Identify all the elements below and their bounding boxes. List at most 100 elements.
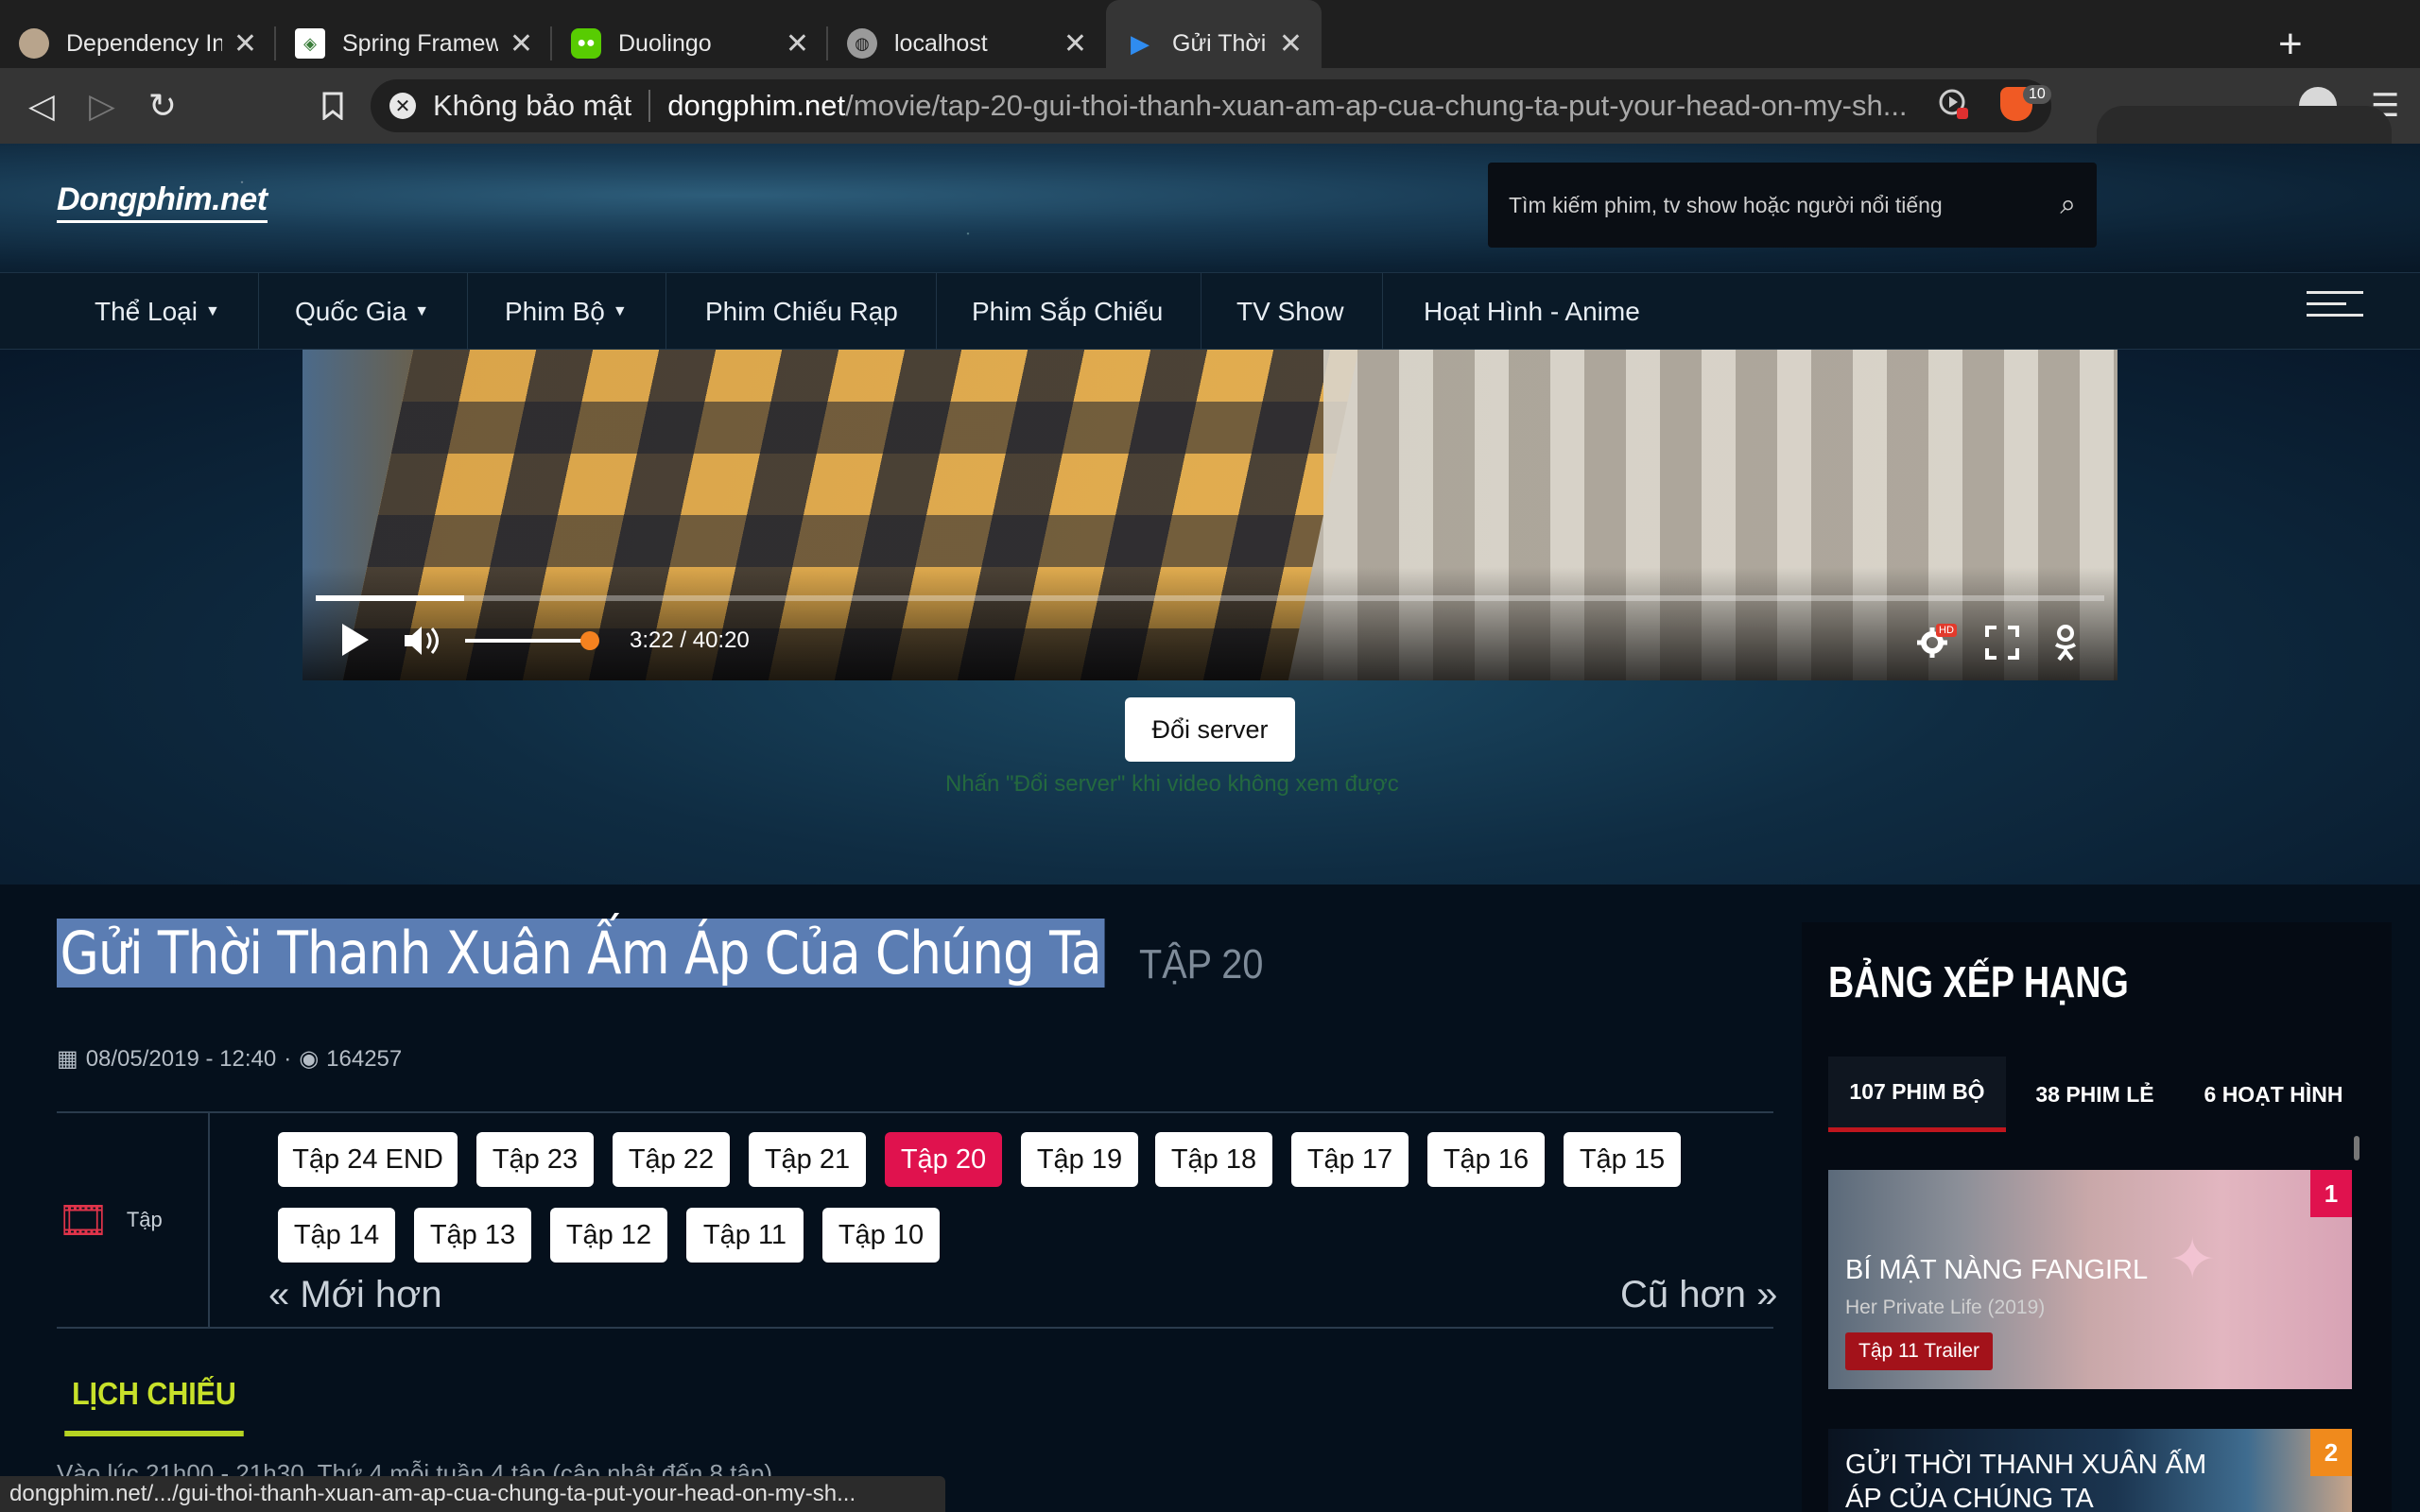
nav-label: TV Show [1236, 297, 1344, 326]
seek-bar[interactable] [316, 595, 2104, 601]
tab-title: Gửi Thời Thanh Xuân Ấm Áp Của [1172, 29, 1268, 57]
nav-item-quoc-gia[interactable]: Quốc Gia ▼ [257, 273, 469, 351]
globe-icon: ◍ [847, 28, 877, 59]
ranking-title: BẢNG XẾP HẠNG [1828, 957, 2129, 1006]
back-icon[interactable]: ◁ [19, 83, 64, 129]
volume-slider[interactable] [465, 639, 588, 643]
close-icon[interactable]: ✕ [233, 27, 257, 60]
close-icon[interactable]: ✕ [1279, 27, 1303, 60]
caret-down-icon: ▼ [204, 303, 220, 319]
time-display: 3:22 / 40:20 [630, 627, 750, 653]
episode-button[interactable]: Tập 21 [749, 1132, 866, 1187]
caret-down-icon: ▼ [414, 303, 430, 319]
rank-number: 2 [2310, 1429, 2352, 1476]
episode-button[interactable]: Tập 23 [476, 1132, 594, 1187]
episode-button[interactable]: Tập 11 [686, 1208, 804, 1263]
nav-item-hoat-hinh[interactable]: Hoạt Hình - Anime [1386, 273, 1678, 351]
ranking-item-name: BÍ MẬT NÀNG FANGIRL [1845, 1255, 2149, 1285]
tab-hoat-hinh[interactable]: 6 HOẠT HÌNH [2184, 1057, 2363, 1132]
fullscreen-icon[interactable] [1985, 626, 2019, 664]
nav-item-tv-show[interactable]: TV Show [1199, 273, 1383, 351]
sidebar-scrollbar[interactable] [2354, 1136, 2360, 1160]
poster-logo-art: ✦ [2169, 1228, 2217, 1291]
video-player[interactable]: 3:22 / 40:20 HD [302, 350, 2118, 680]
episode-button-current[interactable]: Tập 20 [885, 1132, 1002, 1187]
episode-button[interactable]: Tập 18 [1155, 1132, 1272, 1187]
ranking-item[interactable]: 2 GỬI THỜI THANH XUÂN ẤM ÁP CỦA CHÚNG TA [1828, 1429, 2352, 1512]
episode-button[interactable]: Tập 12 [550, 1208, 667, 1263]
episode-button[interactable]: Tập 10 [822, 1208, 940, 1263]
bookmark-icon[interactable] [310, 83, 355, 129]
ranking-item-name: GỬI THỜI THANH XUÂN ẤM ÁP CỦA CHÚNG TA [1845, 1450, 2207, 1512]
nav-label: Thể Loại [95, 297, 198, 326]
older-episode-link[interactable]: Cũ hơn » [1620, 1274, 1777, 1316]
episode-label-column: 🎞 Tập [57, 1113, 210, 1327]
tab-title: Spring Framework Overview [342, 29, 498, 57]
nav-item-the-loai[interactable]: Thể Loại ▼ [57, 273, 259, 351]
forward-icon[interactable]: ▷ [79, 83, 125, 129]
tab-title: localhost [894, 29, 988, 57]
ranking-tabs: 107 PHIM BỘ 38 PHIM LẺ 6 HOẠT HÌNH [1828, 1057, 2363, 1132]
newer-episode-link[interactable]: « Mới hơn [268, 1274, 442, 1316]
eye-icon: ◉ [299, 1046, 320, 1072]
calendar-icon: ▦ [57, 1046, 78, 1072]
not-secure-icon: ✕ [389, 93, 416, 119]
ranking-sidebar: BẢNG XẾP HẠNG 107 PHIM BỘ 38 PHIM LẺ 6 H… [1802, 922, 2392, 1512]
tab-title: Duolingo [618, 29, 712, 57]
episode-button[interactable]: Tập 14 [278, 1208, 395, 1263]
close-icon[interactable]: ✕ [510, 27, 533, 60]
site-logo[interactable]: Dongphim.net [57, 181, 268, 223]
change-server-button[interactable]: Đổi server [1125, 697, 1295, 762]
movie-title: Gửi Thời Thanh Xuân Ấm Áp Của Chúng Ta [57, 919, 1105, 988]
nav-item-phim-sap-chieu[interactable]: Phim Sắp Chiếu [934, 273, 1202, 351]
tab-phim-bo[interactable]: 107 PHIM BỘ [1828, 1057, 2006, 1132]
duolingo-icon: ●● [571, 28, 601, 59]
movie-meta: ▦ 08/05/2019 - 12:40 · ◉ 164257 [57, 1045, 402, 1073]
nav-item-phim-bo[interactable]: Phim Bộ ▼ [467, 273, 666, 351]
ranking-item-original: Her Private Life (2019) [1845, 1297, 2046, 1318]
close-icon[interactable]: ✕ [1063, 27, 1087, 60]
episode-button[interactable]: Tập 17 [1291, 1132, 1409, 1187]
play-button[interactable] [340, 622, 371, 662]
nav-label: Phim Chiếu Rạp [705, 297, 898, 326]
tab-phim-le[interactable]: 38 PHIM LẺ [2006, 1057, 2184, 1132]
media-block-icon[interactable] [1938, 87, 1970, 121]
publish-date: 08/05/2019 - 12:40 [85, 1045, 277, 1072]
volume-knob[interactable] [580, 631, 599, 650]
episode-button[interactable]: Tập 19 [1021, 1132, 1138, 1187]
hd-badge: HD [1936, 624, 1957, 637]
seek-bar-fill [316, 595, 465, 601]
tab-title: Dependency Injection và Inversio [66, 29, 222, 57]
search-input[interactable]: Tìm kiếm phim, tv show hoặc người nổi ti… [1488, 163, 2097, 248]
episode-subtitle: TẬP 20 [1139, 941, 1264, 988]
episode-button[interactable]: Tập 16 [1427, 1132, 1545, 1187]
url-path: /movie/tap-20-gui-thoi-thanh-xuan-am-ap-… [845, 89, 1908, 122]
security-label: Không bảo mật [433, 89, 632, 122]
tab-schedule[interactable]: LỊCH CHIẾU [64, 1357, 244, 1436]
film-strip-icon: 🎞 [57, 1197, 110, 1244]
episode-button[interactable]: Tập 13 [414, 1208, 531, 1263]
nav-label: Hoạt Hình - Anime [1424, 297, 1640, 326]
new-tab-icon[interactable]: + [2278, 21, 2303, 68]
hamburger-menu-icon[interactable] [2307, 291, 2363, 325]
ranking-item[interactable]: ✦ 1 BÍ MẬT NÀNG FANGIRL Her Private Life… [1828, 1170, 2352, 1389]
status-bar: dongphim.net/.../gui-thoi-thanh-xuan-am-… [0, 1476, 945, 1512]
nav-label: Phim Sắp Chiếu [972, 297, 1164, 326]
episode-button[interactable]: Tập 24 END [278, 1132, 458, 1187]
nav-item-phim-chieu-rap[interactable]: Phim Chiếu Rạp [667, 273, 937, 351]
address-bar[interactable]: ✕ Không bảo mật dongphim.net /movie/tap-… [371, 79, 2051, 132]
nav-label: Phim Bộ [505, 297, 605, 326]
reload-icon[interactable]: ↻ [140, 83, 185, 129]
brave-badge: 10 [2023, 85, 2051, 104]
meta-separator: · [284, 1045, 292, 1072]
server-note: Nhấn "Đổi server" khi video không xem đư… [945, 771, 1399, 797]
search-placeholder: Tìm kiếm phim, tv show hoặc người nổi ti… [1509, 192, 1943, 217]
search-icon[interactable]: ⌕ [2060, 189, 2076, 221]
episode-button[interactable]: Tập 15 [1564, 1132, 1681, 1187]
odnoklassniki-icon[interactable] [2051, 624, 2080, 666]
episode-button[interactable]: Tập 22 [613, 1132, 730, 1187]
volume-icon[interactable] [403, 624, 441, 662]
url-host: dongphim.net [667, 89, 846, 122]
rank-number: 1 [2310, 1170, 2352, 1217]
close-icon[interactable]: ✕ [786, 27, 809, 60]
